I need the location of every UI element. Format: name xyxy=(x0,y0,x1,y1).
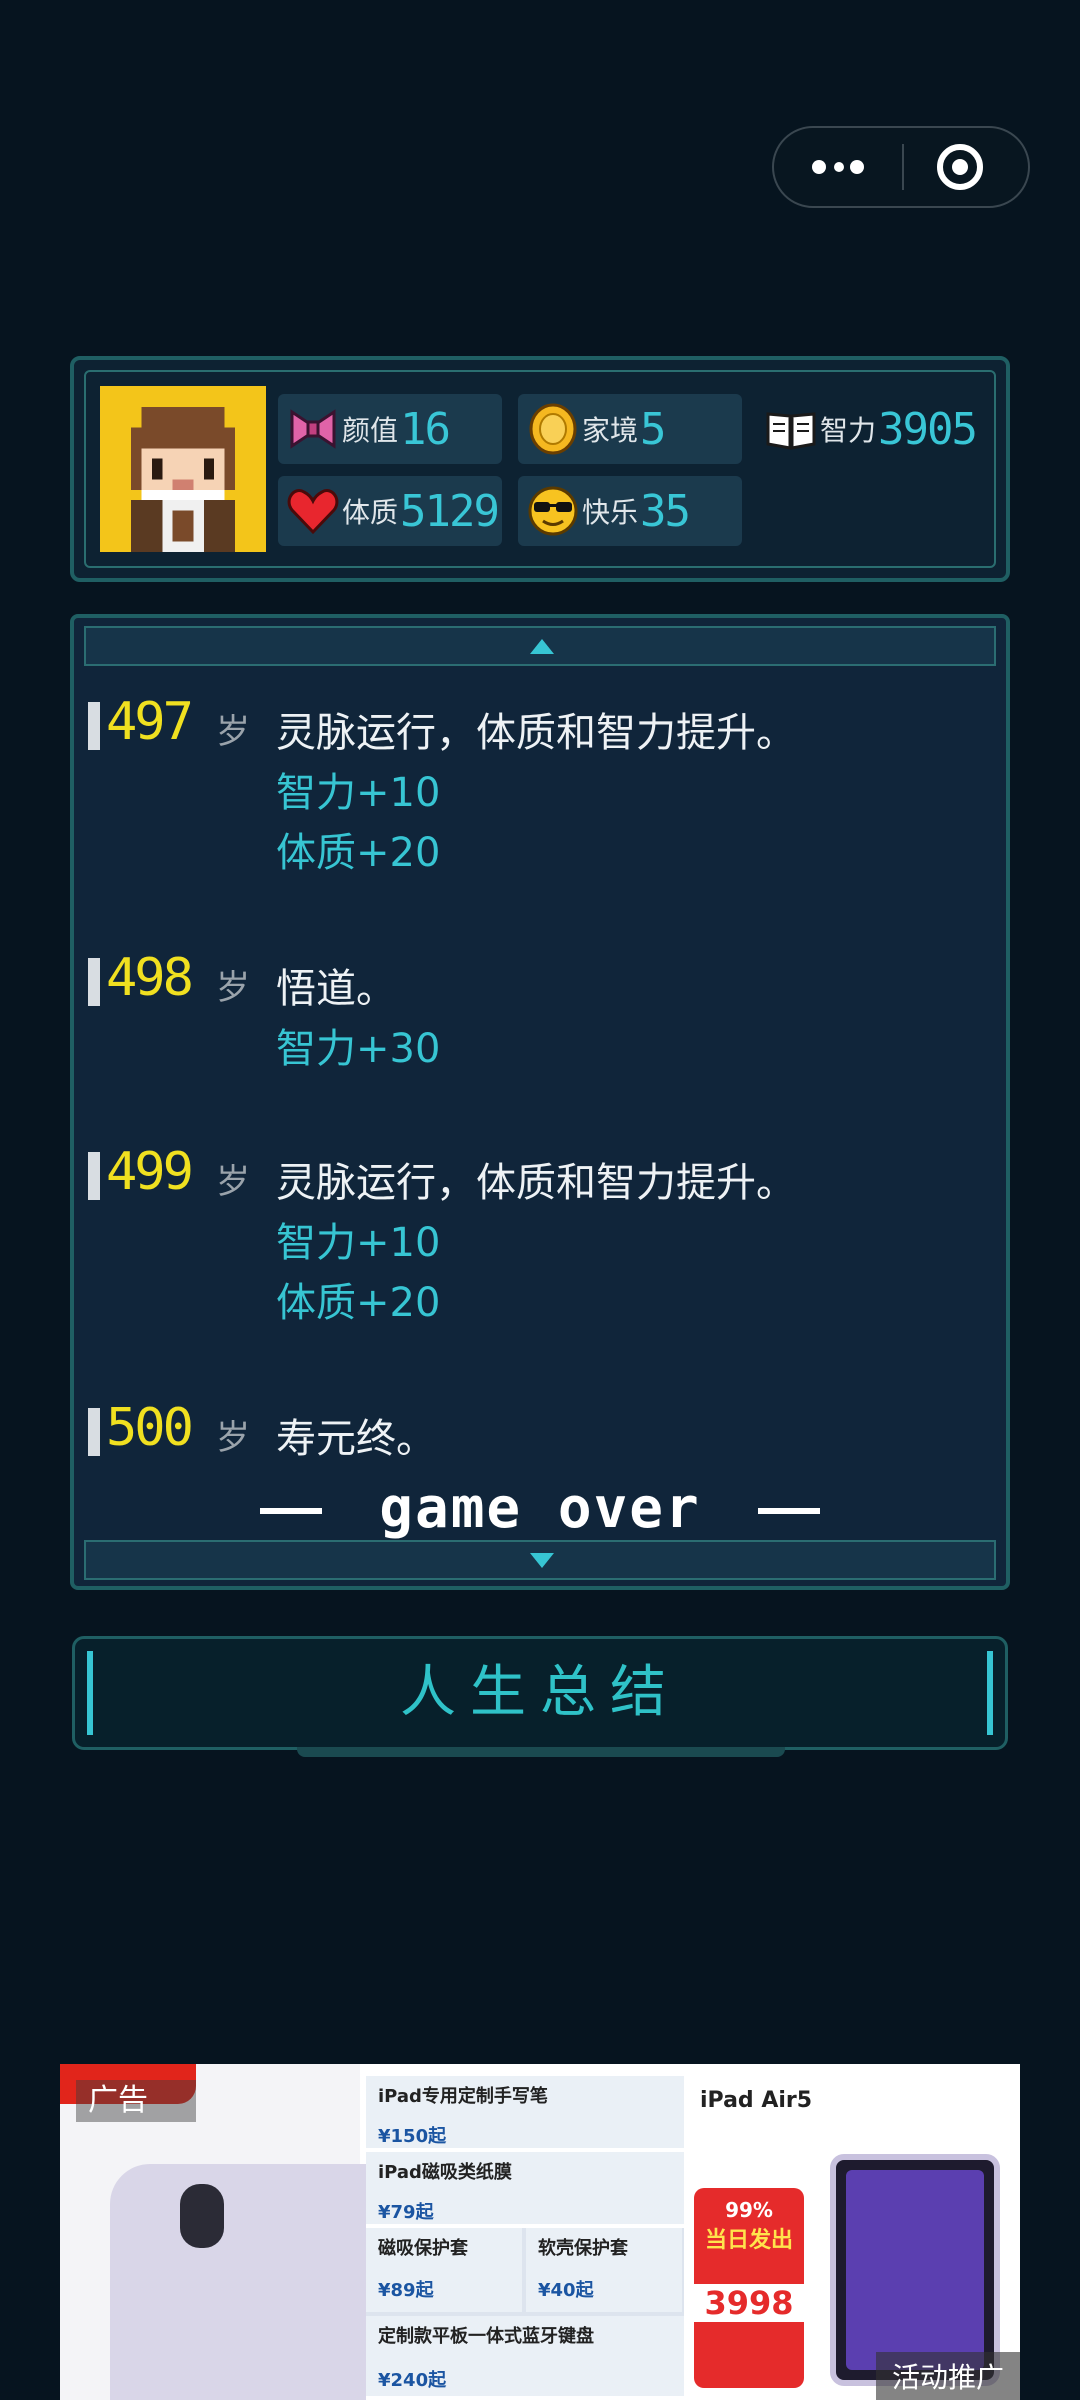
coin-icon xyxy=(529,403,577,455)
product-tile[interactable]: 软壳保护套 ¥40起 xyxy=(526,2228,682,2312)
badge-shipping: 当日发出 xyxy=(704,2228,793,2253)
promo-badge: 99% 当日发出 3998 xyxy=(694,2188,804,2388)
heart-icon xyxy=(287,489,339,535)
product-price: ¥240起 xyxy=(378,2370,447,2391)
pixel-character-avatar[interactable] xyxy=(100,386,266,552)
badge-percent: 99% xyxy=(725,2198,773,2222)
stat-label: 快乐 xyxy=(582,496,639,529)
stat-label: 颜值 xyxy=(342,414,399,447)
product-name: iPad专用定制手写笔 xyxy=(378,2086,548,2107)
age-unit: 岁 xyxy=(216,1418,250,1458)
product-name: 软壳保护套 xyxy=(538,2238,628,2259)
product-price: ¥150起 xyxy=(378,2126,447,2147)
button-edge-left xyxy=(87,1651,93,1735)
entry-effect: 体质+20 xyxy=(276,830,441,876)
stat-label: 体质 xyxy=(342,496,399,529)
entry-text: 寿元终。 xyxy=(276,1416,436,1462)
game-over-banner: game over xyxy=(260,1476,820,1542)
stat-happiness: 快乐 35 xyxy=(518,476,742,546)
product-tile[interactable]: iPad专用定制手写笔 ¥150起 xyxy=(366,2076,684,2152)
stat-value: 35 xyxy=(640,485,691,537)
more-dots-icon[interactable] xyxy=(774,128,902,206)
game-over-text: game over xyxy=(379,1476,701,1541)
product-collage: iPad专用定制手写笔 ¥150起 iPad磁吸类纸膜 ¥79起 磁吸保护套 ¥… xyxy=(366,2076,684,2400)
stat-constitution: 体质 5129 xyxy=(278,476,502,546)
triangle-up-icon xyxy=(530,639,554,654)
product-name: 磁吸保护套 xyxy=(378,2238,468,2259)
age-unit: 岁 xyxy=(216,968,250,1008)
book-icon xyxy=(766,412,816,450)
dash-right xyxy=(758,1508,820,1514)
scroll-up-button[interactable] xyxy=(84,626,996,666)
entry-effect: 智力+10 xyxy=(276,1220,441,1266)
stat-value: 5129 xyxy=(400,485,500,537)
ad-banner[interactable]: 广告 iPad专用定制手写笔 ¥150起 iPad磁吸类纸膜 ¥79起 磁吸保护… xyxy=(60,2064,1020,2400)
stat-appearance: 颜值 16 xyxy=(278,394,502,464)
product-name: 定制款平板一体式蓝牙键盘 xyxy=(378,2326,594,2347)
product-tile[interactable]: iPad磁吸类纸膜 ¥79起 xyxy=(366,2152,684,2228)
promo-label: 活动推广 xyxy=(875,2352,1020,2400)
scroll-down-button[interactable] xyxy=(84,1540,996,1580)
stat-label: 家境 xyxy=(582,414,639,447)
entry-text: 悟道。 xyxy=(276,966,396,1012)
entry-marker xyxy=(88,702,100,750)
product-name: iPad磁吸类纸膜 xyxy=(378,2162,512,2183)
ad-label: 广告 xyxy=(76,2080,196,2122)
entry-effect: 体质+20 xyxy=(276,1280,441,1326)
sunglasses-face-icon xyxy=(528,486,578,536)
capsule-divider xyxy=(902,144,904,190)
stat-intelligence: 智力 3905 xyxy=(756,394,996,464)
stat-family: 家境 5 xyxy=(518,394,742,464)
hero-title: iPad Air5 xyxy=(700,2088,813,2113)
entry-effect: 智力+10 xyxy=(276,770,441,816)
button-edge-right xyxy=(987,1651,993,1735)
entry-effect: 智力+30 xyxy=(276,1026,441,1072)
entry-marker xyxy=(88,1152,100,1200)
badge-price: 3998 xyxy=(694,2284,804,2322)
bow-icon xyxy=(290,409,336,449)
entry-age: 498 xyxy=(106,948,194,1008)
entry-age: 497 xyxy=(106,692,194,752)
target-circle-icon[interactable] xyxy=(906,128,1026,206)
life-log-panel[interactable] xyxy=(70,614,1010,1590)
stat-value: 5 xyxy=(640,403,666,455)
product-price: ¥89起 xyxy=(378,2280,434,2301)
product-tile[interactable]: 定制款平板一体式蓝牙键盘 ¥240起 xyxy=(366,2316,684,2400)
camera-module xyxy=(180,2184,224,2248)
summary-button-label: 人生总结 xyxy=(400,1660,680,1725)
triangle-down-icon xyxy=(530,1553,554,1568)
entry-marker xyxy=(88,958,100,1006)
ipad-screen xyxy=(846,2170,984,2370)
menu-capsule xyxy=(772,126,1030,208)
age-unit: 岁 xyxy=(216,1162,250,1202)
product-price: ¥79起 xyxy=(378,2202,434,2223)
entry-age: 500 xyxy=(106,1398,194,1458)
age-unit: 岁 xyxy=(216,712,250,752)
entry-text: 灵脉运行，体质和智力提升。 xyxy=(276,1160,796,1206)
product-price: ¥40起 xyxy=(538,2280,594,2301)
stat-value: 3905 xyxy=(878,403,978,455)
button-bottom-tab xyxy=(297,1747,785,1757)
product-tile[interactable]: 磁吸保护套 ¥89起 xyxy=(366,2228,522,2312)
entry-text: 灵脉运行，体质和智力提升。 xyxy=(276,710,796,756)
entry-age: 499 xyxy=(106,1142,194,1202)
life-summary-button[interactable]: 人生总结 xyxy=(72,1636,1008,1757)
stat-value: 16 xyxy=(400,403,451,455)
stat-label: 智力 xyxy=(820,414,877,447)
hero-product[interactable]: iPad Air5 99% 当日发出 3998 xyxy=(688,2064,1020,2400)
entry-marker xyxy=(88,1408,100,1456)
